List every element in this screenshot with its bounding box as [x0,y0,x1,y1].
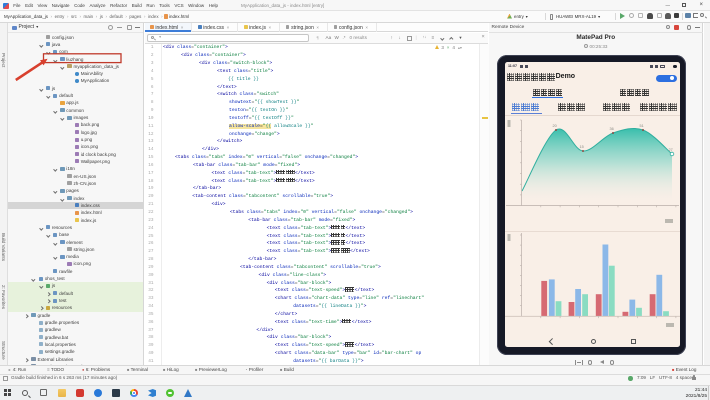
svg-text:27: 27 [669,148,673,152]
svg-text:15: 15 [580,145,584,149]
svg-text:51: 51 [640,124,644,128]
svg-text:36: 36 [610,127,614,131]
svg-text:20: 20 [553,124,557,128]
